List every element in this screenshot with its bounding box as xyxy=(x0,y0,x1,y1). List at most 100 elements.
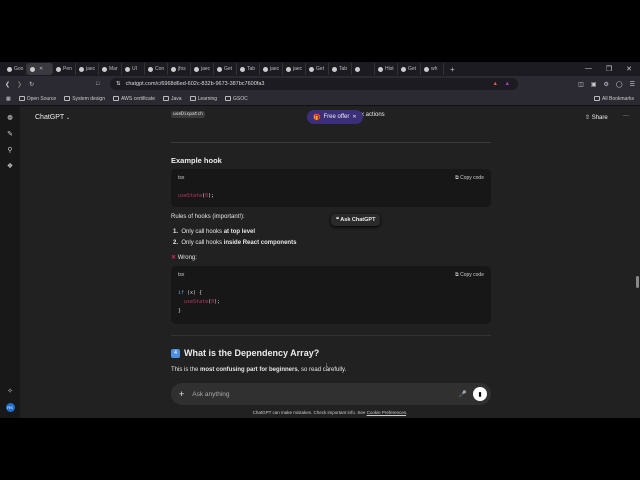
menu-icon[interactable]: ☰ xyxy=(630,81,635,88)
model-name: ChatGPT xyxy=(35,114,65,121)
extensions-icon[interactable]: ⚙ xyxy=(604,81,609,88)
search-icon[interactable]: ⚲ xyxy=(7,146,12,154)
copy-code-button[interactable]: ⧉ Copy code xyxy=(455,175,484,181)
bookmarks-bar: ▦ Open Source System design AWS certificate… xyxy=(0,92,640,106)
tab-label: Hist xyxy=(385,66,394,72)
folder-icon xyxy=(64,95,71,101)
folder-icon xyxy=(225,95,232,101)
more-options-icon[interactable]: ··· xyxy=(623,113,629,119)
browser-tab[interactable]: Pen xyxy=(53,63,76,75)
inline-code: useDispatch xyxy=(171,111,205,118)
share-button[interactable]: ⇧ Share xyxy=(585,114,608,121)
vpn-icon[interactable]: ◯ xyxy=(616,81,623,88)
bookmark-folder[interactable]: Learning xyxy=(189,96,217,102)
apps-icon[interactable]: ▦ xyxy=(6,96,11,102)
browser-tab[interactable]: jaec xyxy=(283,63,306,75)
share-icon: ⇧ xyxy=(585,115,591,121)
code-arg: 0 xyxy=(205,193,209,199)
browser-tab[interactable]: UI xyxy=(122,63,145,75)
address-bar[interactable]: □ ⇅ chatgpt.com/c/6968d6ed-602c-832b-967… xyxy=(96,78,518,90)
tab-label: Goo xyxy=(14,66,24,72)
favicon-icon xyxy=(309,66,314,72)
browser-tab[interactable]: jaec xyxy=(260,63,283,75)
chevron-down-icon: ⌄ xyxy=(66,115,71,121)
copy-code-button[interactable]: ⧉ Copy code xyxy=(455,272,484,278)
browser-tab[interactable]: Get xyxy=(398,63,421,75)
tab-label: Mar xyxy=(109,66,118,72)
reload-icon[interactable]: ↻ xyxy=(29,81,34,88)
browser-tab[interactable] xyxy=(352,63,375,75)
wrong-label: ✕ Wrong: xyxy=(171,254,197,261)
cookie-preferences-link[interactable]: Cookie Preferences xyxy=(367,410,407,415)
prompt-input[interactable]: Ask anything xyxy=(192,391,459,398)
close-tab-icon[interactable]: ✕ xyxy=(39,66,43,72)
restore-icon[interactable]: ❐ xyxy=(606,65,612,73)
bookmark-folder[interactable]: System design xyxy=(64,96,105,102)
favicon-icon xyxy=(332,66,337,72)
disclaimer: ChatGPT can make mistakes. Check importa… xyxy=(252,410,408,415)
cross-icon: ✕ xyxy=(171,255,177,261)
bookmark-folder[interactable]: GSOC xyxy=(225,96,248,102)
scrollbar[interactable] xyxy=(636,276,639,288)
list-item: 1. Only call hooks at top level xyxy=(173,229,256,235)
favicon-icon xyxy=(355,66,360,72)
browser-tab[interactable]: Mar xyxy=(99,63,122,75)
code-block: tsx ⧉ Copy code useState(0); xyxy=(171,169,491,207)
new-chat-icon[interactable]: ✎ xyxy=(7,130,13,138)
bookmark-icon[interactable]: □ xyxy=(96,81,99,87)
browser-tab[interactable]: Tab xyxy=(237,63,260,75)
favicon-icon xyxy=(7,66,12,72)
chatgpt-logo-icon[interactable]: ❁ xyxy=(7,114,13,122)
code-arg: 0 xyxy=(211,299,215,305)
browser-tab[interactable]: jfos xyxy=(168,63,191,75)
browser-tab[interactable]: Hist xyxy=(375,63,398,75)
back-icon[interactable]: ❮ xyxy=(5,81,10,88)
section-heading-text: What is the Dependency Array? xyxy=(184,348,320,358)
favicon-icon xyxy=(194,66,199,72)
microphone-icon[interactable]: 🎤 xyxy=(459,390,467,398)
code-fn: useState xyxy=(184,299,209,305)
site-info-icon[interactable]: ⇅ xyxy=(116,81,121,87)
tab-bar: Goo ✕ Pen jaec Mar UI Con jfos jaec Get Tab jaec jae… xyxy=(0,62,640,76)
wallet-icon[interactable]: ▣ xyxy=(591,81,597,88)
minimize-icon[interactable]: — xyxy=(585,65,592,73)
voice-mode-button[interactable]: ▮ xyxy=(473,387,487,401)
rules-heading: Rules of hooks (important!): xyxy=(171,214,245,220)
bookmark-folder[interactable]: Open Source xyxy=(18,96,56,102)
tab-label: jaec xyxy=(270,66,280,72)
code-text: } xyxy=(178,308,182,314)
folder-icon xyxy=(163,95,169,101)
library-icon[interactable]: ❖ xyxy=(7,162,13,170)
close-icon[interactable]: ✕ xyxy=(352,114,356,120)
new-tab-button[interactable]: + xyxy=(450,65,455,74)
avatar[interactable]: RS xyxy=(5,403,15,412)
browser-tab[interactable]: Con xyxy=(145,63,168,75)
ask-chatgpt-button[interactable]: ❝ Ask ChatGPT xyxy=(331,214,381,226)
browser-tab[interactable]: Goo xyxy=(4,63,27,75)
scroll-down-icon[interactable]: ↓ xyxy=(325,362,329,369)
browser-tab[interactable]: Tab xyxy=(329,63,352,75)
brave-shield-icon[interactable]: ▲ xyxy=(493,81,498,87)
browser-tab[interactable]: wh xyxy=(421,63,444,75)
browser-tab[interactable]: Get xyxy=(214,63,237,75)
favicon-icon xyxy=(56,66,61,72)
plus-icon[interactable]: + xyxy=(179,389,184,399)
upgrade-icon[interactable]: ✧ xyxy=(7,387,13,395)
tab-label: jfos xyxy=(178,66,186,72)
close-window-icon[interactable]: ✕ xyxy=(626,65,632,73)
forward-icon[interactable]: ❯ xyxy=(17,81,22,88)
model-selector[interactable]: ChatGPT ⌄ xyxy=(35,114,70,121)
browser-tab[interactable]: jaec xyxy=(76,63,99,75)
sidebar-icon[interactable]: ◫ xyxy=(578,81,584,88)
browser-tab[interactable]: jaec xyxy=(191,63,214,75)
bookmark-folder[interactable]: AWS certificate xyxy=(113,96,155,102)
all-bookmarks[interactable]: All Bookmarks xyxy=(594,96,640,102)
bookmark-folder[interactable]: Java xyxy=(163,96,182,102)
free-offer-badge[interactable]: 🎁 Free offer ✕ xyxy=(307,110,363,124)
browser-tab[interactable]: Get xyxy=(306,63,329,75)
rewards-icon[interactable]: ▲ xyxy=(505,81,510,87)
favicon-icon xyxy=(102,66,107,72)
browser-tab[interactable]: ✕ xyxy=(27,63,53,75)
url-text[interactable]: chatgpt.com/c/6968d6ed-602c-832b-9673-38… xyxy=(126,81,265,87)
tab-label: Pen xyxy=(63,66,72,72)
